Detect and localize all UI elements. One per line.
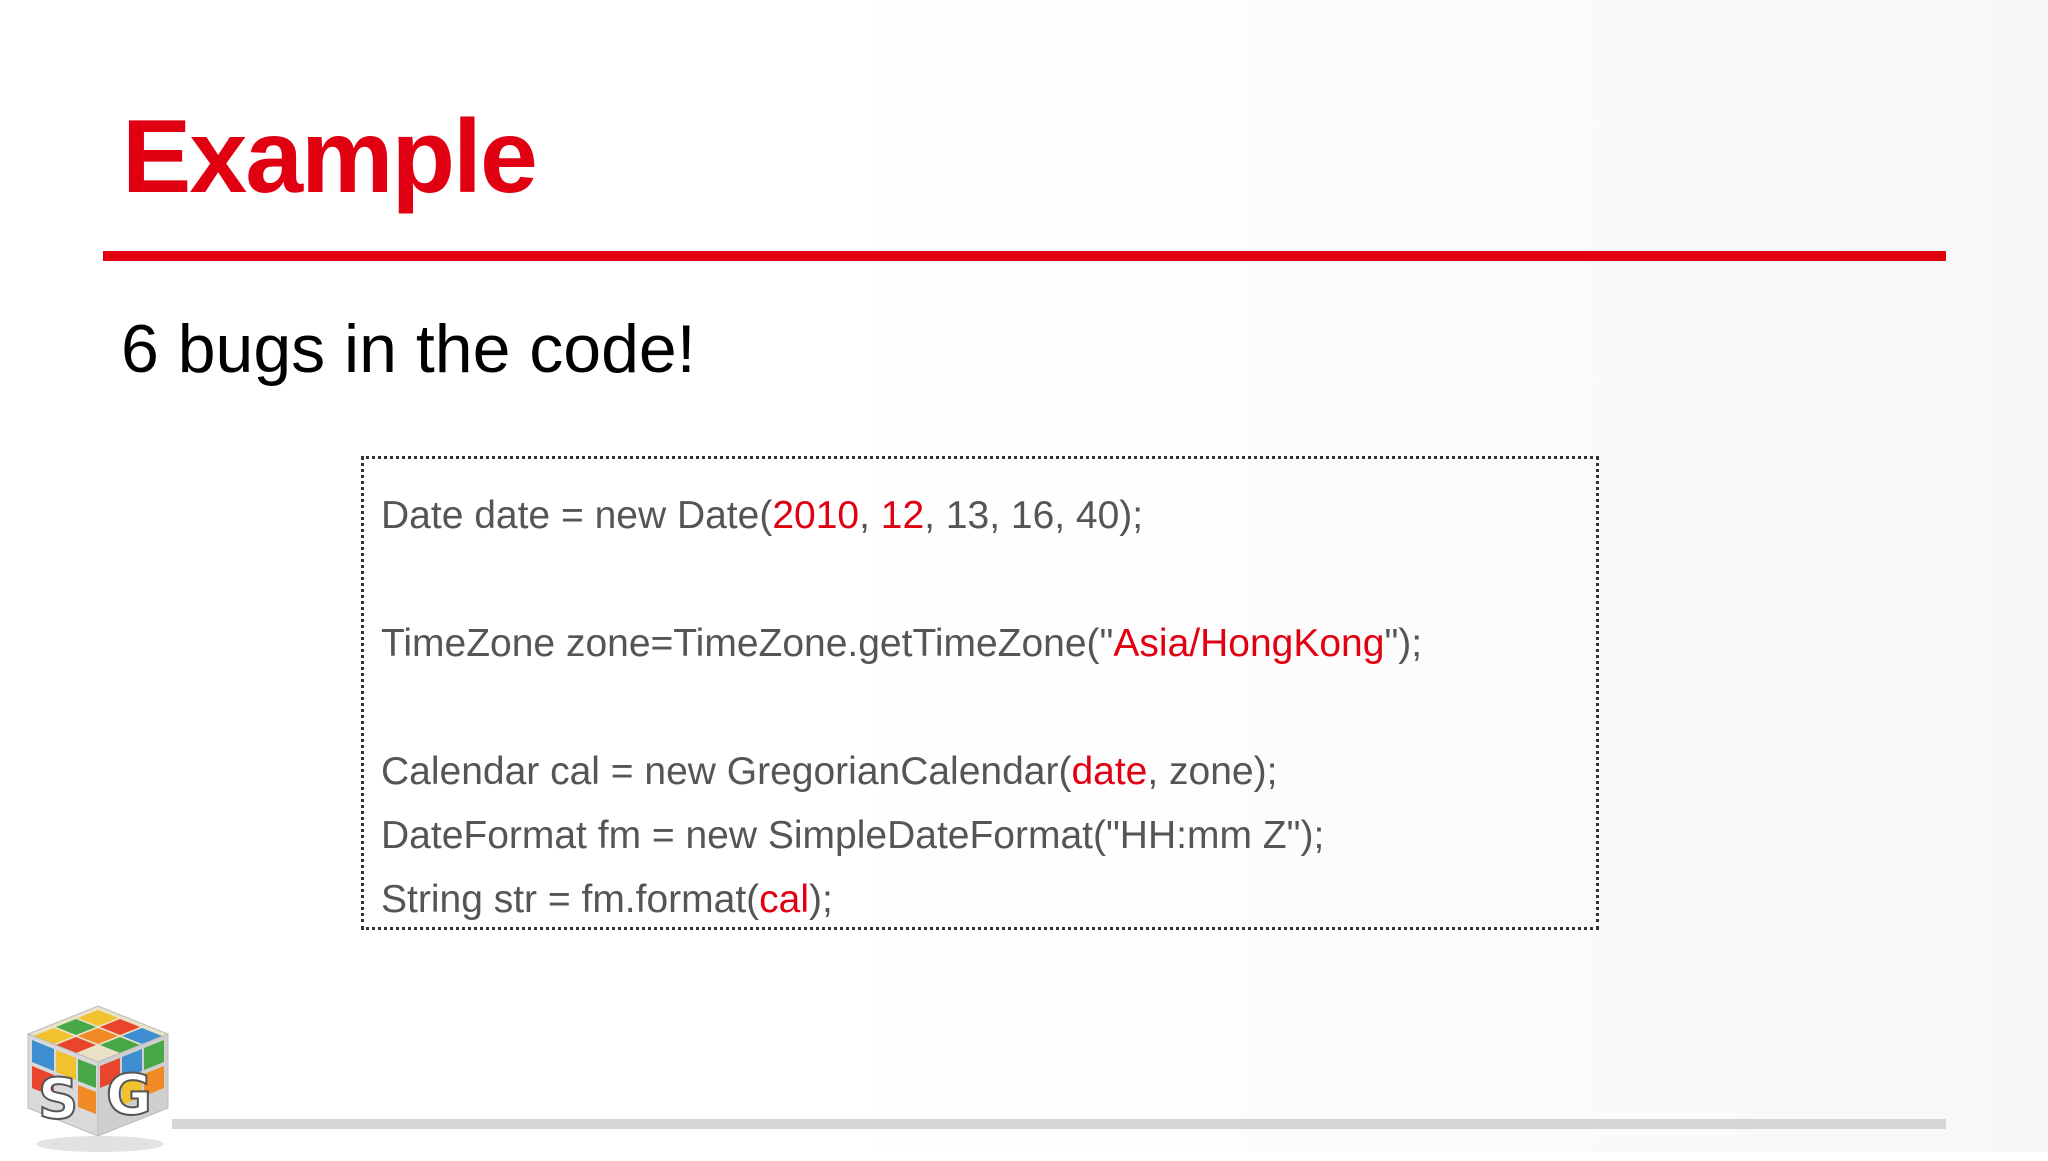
code-text: Date date = new Date( [381, 494, 773, 537]
slide-subtitle: 6 bugs in the code! [121, 311, 696, 387]
code-text: TimeZone zone=TimeZone.getTimeZone(" [381, 622, 1114, 665]
code-text: , zone); [1147, 750, 1278, 793]
code-line-calendar: Calendar cal = new GregorianCalendar(dat… [381, 749, 1277, 796]
code-text: , 13, 16, 40); [924, 494, 1144, 537]
code-line-timezone: TimeZone zone=TimeZone.getTimeZone("Asia… [381, 621, 1422, 668]
bug-highlight-month: 12 [880, 494, 925, 537]
footer-divider [172, 1119, 1946, 1129]
code-text: "); [1384, 622, 1423, 665]
svg-text:S: S [38, 1067, 78, 1132]
title-divider [103, 251, 1946, 261]
code-line-dateformat: DateFormat fm = new SimpleDateFormat("HH… [381, 814, 1325, 857]
rubiks-cube-logo-icon: S G [18, 996, 178, 1156]
code-line-format: String str = fm.format(cal); [381, 877, 833, 924]
bug-highlight-zone-id: Asia/HongKong [1113, 622, 1385, 665]
code-line-date: Date date = new Date(2010, 12, 13, 16, 4… [381, 493, 1143, 540]
code-text: Calendar cal = new GregorianCalendar( [381, 750, 1072, 793]
code-text: String str = fm.format( [381, 878, 760, 921]
bug-highlight-cal-arg: cal [759, 878, 810, 921]
slide: Example 6 bugs in the code! Date date = … [0, 0, 2048, 1152]
code-text: , [859, 494, 881, 537]
bug-highlight-date-arg: date [1071, 750, 1148, 793]
svg-text:G: G [106, 1063, 152, 1128]
slide-title: Example [122, 99, 538, 215]
bug-highlight-year: 2010 [772, 494, 860, 537]
code-text: ); [809, 878, 833, 921]
